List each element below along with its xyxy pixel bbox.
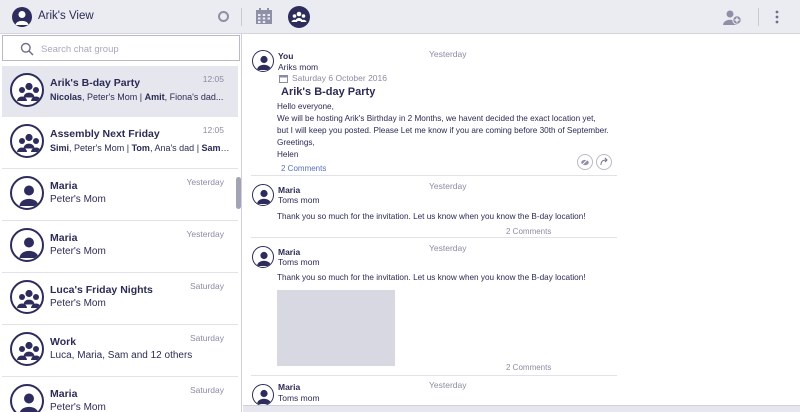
share-button[interactable] — [596, 154, 612, 170]
post: You Ariks mom Yesterday Saturday 6 Octob… — [251, 42, 617, 176]
toolbar-divider — [241, 8, 242, 26]
chat-list-item[interactable]: Luca's Friday Nights Saturday Peter's Mom — [2, 273, 238, 325]
search-box[interactable] — [2, 35, 240, 61]
like-button[interactable] — [577, 154, 593, 170]
chat-time: 12:05 — [202, 125, 224, 135]
chat-list-item[interactable]: Assembly Next Friday 12:05 Simi, Peter's M… — [2, 117, 238, 169]
chat-time: Yesterday — [186, 229, 225, 239]
chat-subtitle: Peter's Mom — [50, 194, 106, 205]
chat-subtitle: Peter's Mom — [50, 298, 106, 309]
bottom-bar — [243, 405, 800, 412]
group-avatar-icon — [10, 280, 44, 314]
user-avatar-icon[interactable] — [12, 7, 32, 27]
chat-name: Arik's B-day Party — [50, 77, 141, 89]
post: Maria Toms mom Yesterday Thank you so mu… — [251, 176, 617, 238]
participant-detail: , Fiona's dad... — [164, 92, 224, 102]
app-title: Arik's View — [38, 10, 94, 22]
person-avatar-icon — [10, 384, 44, 412]
post-author: Maria — [278, 185, 301, 195]
post-body-line: Greetings, — [277, 138, 315, 147]
participant-name: Tom — [131, 143, 150, 153]
comments-link[interactable]: 2 Comments — [506, 363, 551, 372]
post-body: Thank you so much for the invitation. Le… — [277, 211, 586, 223]
post-time: Yesterday — [429, 380, 467, 390]
chat-list-item[interactable]: Maria Yesterday Peter's Mom — [2, 221, 238, 273]
post-time: Yesterday — [429, 49, 467, 59]
comments-link[interactable]: 2 Comments — [506, 227, 551, 236]
person-avatar-icon — [10, 176, 44, 210]
group-avatar-icon — [10, 73, 44, 107]
post-body-line: Helen — [277, 150, 299, 159]
chat-name: Assembly Next Friday — [50, 128, 160, 140]
event-title: Arik's B-day Party — [281, 86, 376, 98]
participant-name: Amit — [144, 92, 165, 102]
post-body-line: We will be hosting Arik's Birthday in 2 … — [277, 114, 596, 123]
comments-link[interactable]: 2 Comments — [281, 164, 326, 173]
post-body-line: Thank you so much for the invitation. Le… — [277, 212, 586, 221]
scrollbar-thumb[interactable] — [236, 177, 241, 209]
chat-name: Maria — [50, 232, 78, 244]
chat-name: Maria — [50, 180, 78, 192]
post-body-line: Thank you so much for the invitation. Le… — [277, 273, 586, 282]
post-time: Yesterday — [429, 181, 467, 191]
avatar — [252, 184, 274, 206]
avatar — [252, 50, 274, 72]
chat-subtitle: Peter's Mom — [50, 246, 106, 257]
post-body: Thank you so much for the invitation. Le… — [277, 272, 586, 284]
post-author-role: Toms mom — [278, 195, 320, 205]
more-vertical-icon[interactable] — [774, 10, 780, 24]
status-ring-icon[interactable] — [218, 11, 229, 22]
post-author-role: Toms mom — [278, 393, 320, 403]
post-body: Hello everyone, We will be hosting Arik'… — [277, 101, 609, 161]
group-avatar-icon — [10, 124, 44, 158]
chat-name: Luca's Friday Nights — [50, 284, 153, 296]
chat-subtitle: Nicolas, Peter's Mom | Amit, Fiona's dad… — [50, 92, 230, 102]
search-input[interactable] — [41, 40, 221, 58]
chat-time: 12:05 — [202, 74, 224, 84]
chat-list-item[interactable]: Maria Yesterday Peter's Mom — [2, 169, 238, 221]
participant-name: Sam — [201, 143, 221, 153]
post-image[interactable] — [277, 290, 395, 366]
chat-subtitle: Simi, Peter's Mom | Tom, Ana's dad | Sam… — [50, 143, 230, 153]
chat-subtitle: Luca, Maria, Sam and 12 others — [50, 350, 193, 361]
top-bar: Arik's View — [0, 0, 800, 34]
post-author-role: Toms mom — [278, 257, 320, 267]
chat-list-item[interactable]: Arik's B-day Party 12:05 Nicolas, Peter's … — [2, 66, 238, 118]
person-avatar-icon — [10, 228, 44, 262]
calendar-icon — [279, 74, 288, 83]
chat-name: Work — [50, 336, 77, 348]
chat-time: Saturday — [189, 385, 224, 395]
event-date: Saturday 6 October 2016 — [279, 73, 387, 83]
chat-subtitle: Peter's Mom — [50, 402, 106, 412]
participant-name: Nicolas — [50, 92, 83, 102]
group-avatar-icon — [10, 332, 44, 366]
post-body-line: but I will keep you posted. Please Let m… — [277, 126, 609, 135]
participant-detail: , Peter's Mom | — [82, 92, 145, 102]
chat-time: Saturday — [189, 281, 224, 291]
calendar-icon[interactable] — [255, 7, 273, 25]
chat-time: Saturday — [189, 333, 224, 343]
post-author-role: Ariks mom — [278, 62, 319, 72]
chat-time: Yesterday — [186, 177, 225, 187]
participant-detail: , Peter's Mom | — [69, 143, 132, 153]
event-date-text: Saturday 6 October 2016 — [292, 73, 387, 83]
chat-name: Maria — [50, 388, 78, 400]
chat-list-sidebar: Arik's B-day Party12:05Nicolas, Peter's … — [0, 34, 242, 412]
post-author: Maria — [278, 382, 301, 392]
participant-name: Simi — [50, 143, 70, 153]
avatar — [252, 246, 274, 268]
avatar — [252, 384, 274, 406]
post-author: You — [278, 51, 294, 61]
chat-list-item[interactable]: Work Saturday Luca, Maria, Sam and 12 othe… — [2, 325, 238, 377]
participant-detail: , Ana's dad | — [149, 143, 202, 153]
message-feed: You Ariks mom Yesterday Saturday 6 Octob… — [243, 34, 800, 412]
post-author: Maria — [278, 247, 301, 257]
search-icon — [20, 42, 34, 56]
post-time: Yesterday — [429, 243, 467, 253]
post-body-line: Hello everyone, — [277, 102, 334, 111]
new-chat-icon[interactable] — [722, 8, 742, 26]
groups-icon[interactable] — [288, 6, 310, 28]
toolbar-divider — [758, 8, 759, 26]
chat-list-item[interactable]: Maria Saturday Peter's Mom — [2, 377, 238, 412]
